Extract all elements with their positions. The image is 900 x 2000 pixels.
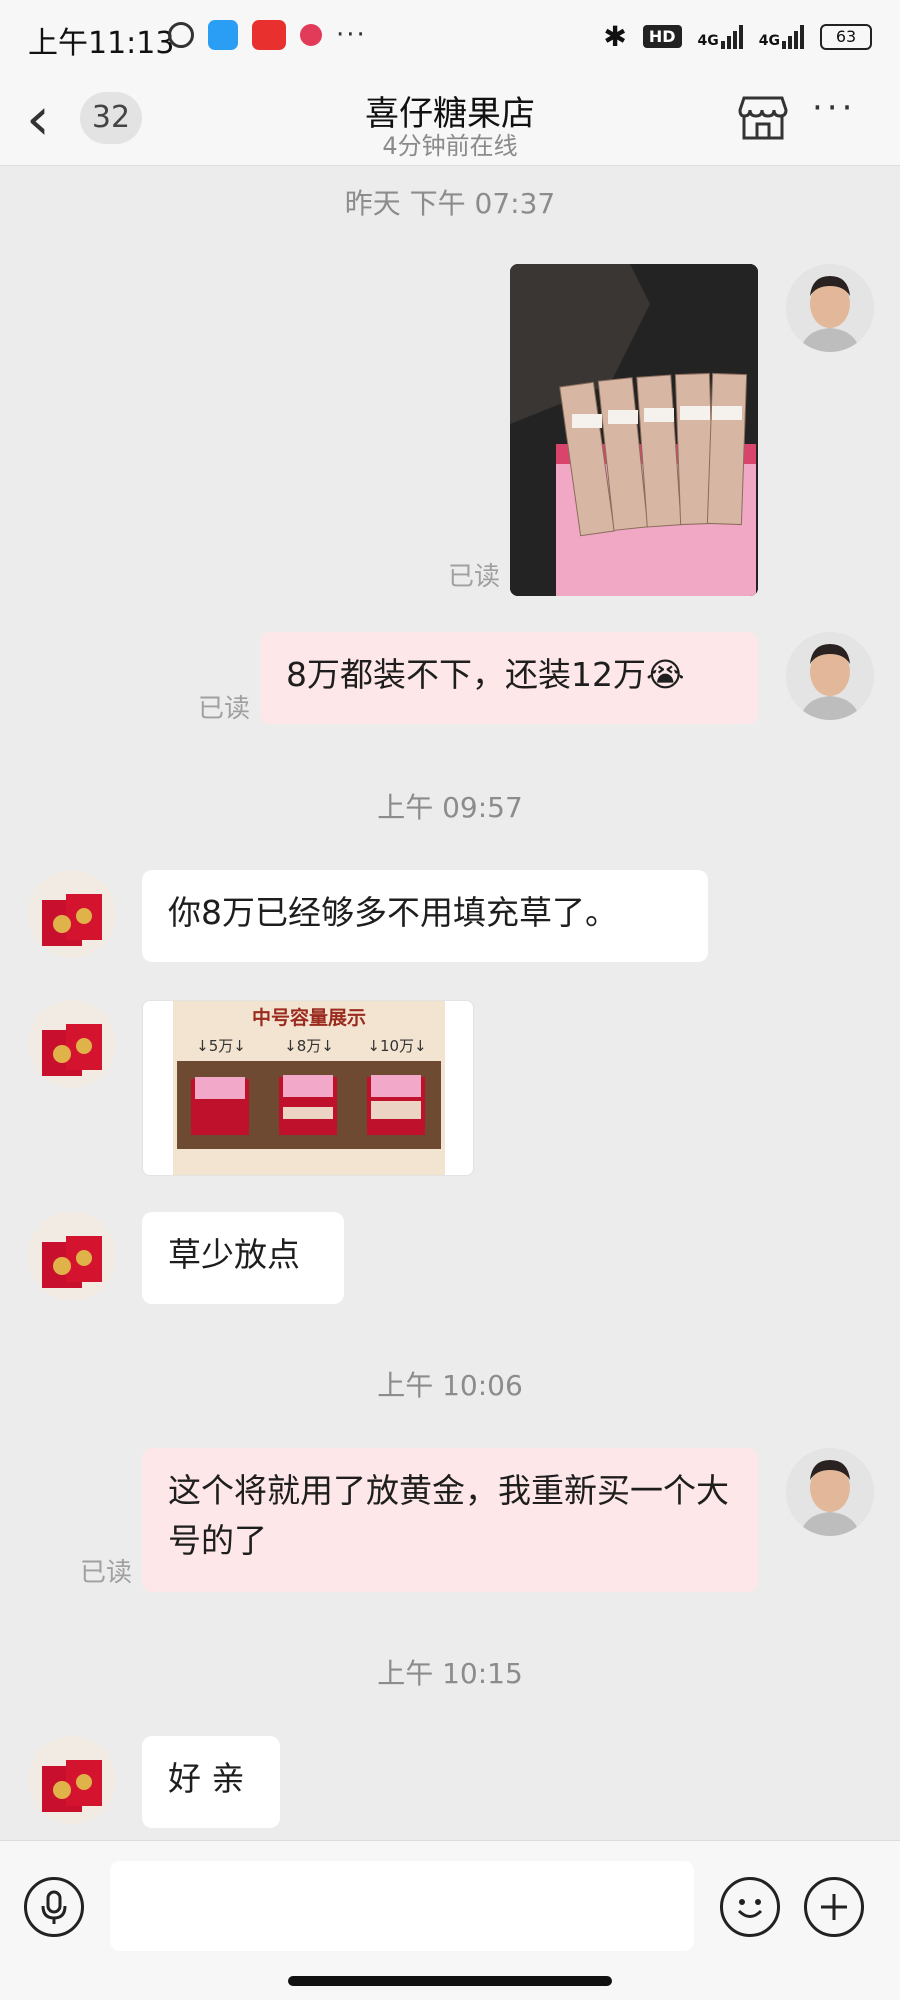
- read-receipt: 已读: [448, 562, 501, 592]
- shop-avatar[interactable]: [28, 1736, 116, 1824]
- app-notification-icon: [252, 20, 286, 50]
- hd-icon: HD: [642, 25, 682, 48]
- store-icon[interactable]: [738, 92, 788, 142]
- message-bubble[interactable]: 这个将就用了放黄金，我重新买一个大号的了: [142, 1448, 758, 1592]
- more-notifications-icon: ···: [336, 20, 367, 50]
- alarm-icon: [168, 22, 194, 48]
- bluetooth-icon: ✱: [603, 20, 627, 53]
- app-notification-icon: [208, 20, 238, 50]
- shop-avatar[interactable]: [28, 1212, 116, 1300]
- read-receipt: 已读: [198, 694, 251, 724]
- status-time: 上午11:13: [28, 26, 175, 61]
- chat-timestamp: 昨天 下午 07:37: [344, 187, 556, 220]
- message-bubble[interactable]: 8万都装不下，还装12万😭: [260, 632, 758, 724]
- message-bubble[interactable]: 好 亲: [142, 1736, 280, 1828]
- read-receipt: 已读: [80, 1558, 133, 1588]
- music-icon: [300, 24, 322, 46]
- chat-timestamp: 上午 10:06: [377, 1369, 523, 1402]
- home-indicator[interactable]: [288, 1976, 612, 1986]
- status-bar: 上午11:13 ··· ✱ HD 4G 4G 63: [0, 0, 900, 76]
- emoji-icon[interactable]: [720, 1877, 780, 1937]
- avatar[interactable]: [786, 264, 874, 352]
- shop-avatar[interactable]: [28, 1000, 116, 1088]
- chat-timestamp: 上午 10:15: [377, 1657, 523, 1690]
- message-image[interactable]: 中号容量展示 ↓5万↓ ↓8万↓ ↓10万↓: [142, 1000, 474, 1176]
- signal-icon: 4G: [697, 24, 743, 49]
- status-notification-icons: ···: [168, 20, 367, 50]
- add-icon[interactable]: [804, 1877, 864, 1937]
- message-image[interactable]: [510, 264, 758, 596]
- chat-timestamp: 上午 09:57: [377, 791, 523, 824]
- status-system-icons: ✱ HD 4G 4G 63: [603, 20, 872, 53]
- avatar[interactable]: [786, 1448, 874, 1536]
- battery-icon: 63: [820, 23, 872, 50]
- message-input[interactable]: [110, 1861, 694, 1951]
- shop-avatar[interactable]: [28, 870, 116, 958]
- network-type: 4G: [697, 32, 719, 49]
- network-type: 4G: [758, 32, 780, 49]
- message-bubble[interactable]: 你8万已经够多不用填充草了。: [142, 870, 708, 962]
- microphone-icon[interactable]: [24, 1877, 84, 1937]
- chat-header: ‹ 32 喜仔糖果店 4分钟前在线 ···: [0, 76, 900, 166]
- message-bubble[interactable]: 草少放点: [142, 1212, 344, 1304]
- signal-icon: 4G: [758, 24, 804, 49]
- avatar[interactable]: [786, 632, 874, 720]
- more-icon[interactable]: ···: [812, 88, 856, 128]
